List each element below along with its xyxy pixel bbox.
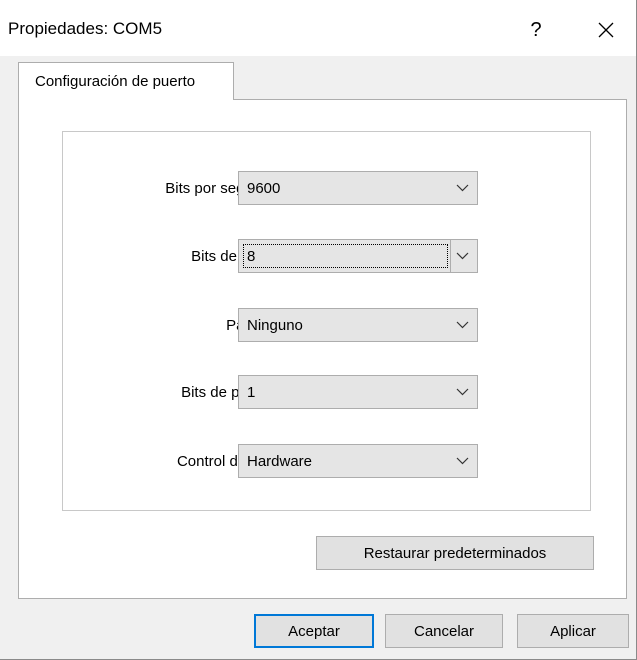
chevron-down-icon: [456, 388, 469, 396]
ok-button[interactable]: Aceptar: [254, 614, 374, 648]
flow-control-select[interactable]: Hardware: [238, 444, 478, 478]
bits-per-second-value: 9600: [247, 180, 281, 197]
dropdown-separator: [450, 240, 451, 272]
chevron-down-icon: [456, 252, 469, 260]
focus-rectangle: [243, 244, 448, 268]
parity-value: Ninguno: [247, 317, 303, 334]
parity-select[interactable]: Ninguno: [238, 308, 478, 342]
help-button[interactable]: ?: [513, 8, 559, 52]
title-bar: Propiedades: COM5 ?: [0, 0, 636, 56]
chevron-down-icon: [456, 321, 469, 329]
chevron-down-icon: [456, 184, 469, 192]
apply-button[interactable]: Aplicar: [517, 614, 629, 648]
data-bits-value: 8: [247, 248, 256, 265]
properties-dialog: Propiedades: COM5 ? Configuración de pue…: [0, 0, 637, 660]
close-icon: [598, 22, 614, 38]
tab-port-settings[interactable]: Configuración de puerto: [18, 62, 234, 100]
data-bits-select[interactable]: 8: [238, 239, 478, 273]
close-button[interactable]: [583, 8, 629, 52]
restore-defaults-button[interactable]: Restaurar predeterminados: [316, 536, 594, 570]
tab-label: Configuración de puerto: [35, 73, 196, 90]
stop-bits-value: 1: [247, 384, 256, 401]
bits-per-second-row: Bits por segundo: 9600: [63, 171, 592, 205]
flow-control-row: Control de flujo: Hardware: [63, 444, 592, 478]
chevron-down-icon: [456, 457, 469, 465]
bits-per-second-select[interactable]: 9600: [238, 171, 478, 205]
data-bits-row: Bits de datos: 8: [63, 239, 592, 273]
cancel-button[interactable]: Cancelar: [385, 614, 503, 648]
stop-bits-select[interactable]: 1: [238, 375, 478, 409]
port-settings-group: Bits por segundo: 9600 Bits de datos: 8 …: [62, 131, 591, 511]
flow-control-value: Hardware: [247, 453, 313, 470]
tab-panel: Bits por segundo: 9600 Bits de datos: 8 …: [18, 99, 627, 599]
window-title: Propiedades: COM5: [8, 19, 163, 38]
parity-row: Paridad: Ninguno: [63, 308, 592, 342]
stop-bits-row: Bits de parada: 1: [63, 375, 592, 409]
